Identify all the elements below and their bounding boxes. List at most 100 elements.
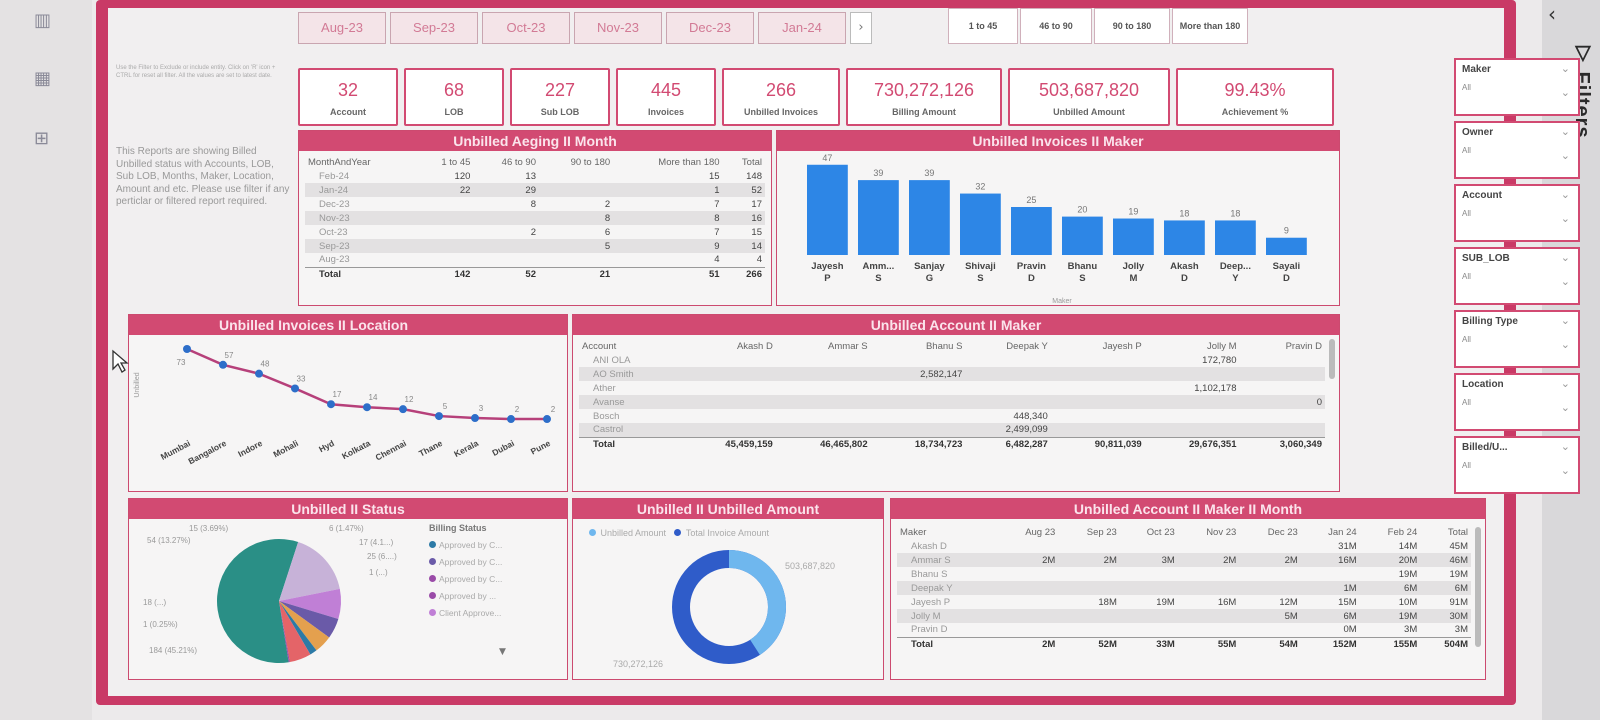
column-header[interactable]: Jan 24 — [1301, 525, 1360, 539]
slicer-value[interactable]: All — [1456, 394, 1578, 411]
table-row[interactable]: AO Smith 2,582,147 — [579, 367, 1325, 381]
chevron-down-icon[interactable]: ⌄ — [1561, 62, 1570, 75]
chevron-down-icon[interactable]: ⌄ — [1561, 125, 1570, 138]
bar-8[interactable] — [1215, 220, 1256, 255]
chevron-down-icon[interactable]: ⌄ — [1561, 401, 1570, 414]
column-header[interactable]: Akash D — [681, 339, 776, 353]
column-header[interactable]: Bhanu S — [871, 339, 966, 353]
column-header[interactable]: 46 to 90 — [473, 155, 539, 169]
status-legend-item[interactable]: Approved by ... — [429, 591, 565, 601]
column-header[interactable]: Pravin D — [1240, 339, 1326, 353]
slicer-location[interactable]: Location All ⌄ ⌄ — [1454, 373, 1580, 431]
aging-filter-button[interactable]: 46 to 90 — [1020, 8, 1092, 44]
chevron-down-icon[interactable]: ⌄ — [1561, 338, 1570, 351]
column-header[interactable]: Deepak Y — [965, 339, 1050, 353]
aging-filter-button[interactable]: 1 to 45 — [948, 8, 1018, 44]
column-header[interactable]: Ammar S — [776, 339, 871, 353]
table-row[interactable]: Sep-23 5 9 14 — [305, 239, 765, 253]
table-row[interactable]: Akash D 31M 14M 45M — [897, 539, 1471, 553]
slicer-value[interactable]: All — [1456, 331, 1578, 348]
column-header[interactable]: 1 to 45 — [416, 155, 473, 169]
table-row[interactable]: Dec-23 8 2 7 17 — [305, 197, 765, 211]
bar-6[interactable] — [1113, 218, 1154, 255]
line-point[interactable] — [363, 403, 371, 412]
slicer-value[interactable]: All — [1456, 268, 1578, 285]
chevron-down-icon[interactable]: ⌄ — [1561, 251, 1570, 264]
table-row[interactable]: Ather 1,102,178 — [579, 381, 1325, 395]
month-tab-nov-23[interactable]: Nov-23 — [574, 12, 662, 44]
table-row[interactable]: Pravin D 0M 3M 3M — [897, 623, 1471, 637]
chevron-down-icon[interactable]: ⌄ — [1561, 440, 1570, 453]
line-point[interactable] — [471, 414, 479, 423]
aging-filter-button[interactable]: More than 180 — [1172, 8, 1248, 44]
next-month-arrow-icon[interactable]: › — [850, 12, 872, 44]
table-row[interactable]: Jolly M 5M 6M 19M 30M — [897, 609, 1471, 623]
column-header[interactable]: Nov 23 — [1178, 525, 1240, 539]
bar-7[interactable] — [1164, 220, 1205, 255]
table-row[interactable]: Deepak Y 1M 6M 6M — [897, 581, 1471, 595]
collapse-chevron-icon[interactable]: ‹ — [1548, 2, 1556, 26]
column-header[interactable]: More than 180 — [613, 155, 722, 169]
bar-5[interactable] — [1062, 216, 1103, 255]
column-header[interactable]: Dec 23 — [1239, 525, 1301, 539]
bar-3[interactable] — [960, 193, 1001, 255]
chevron-down-icon[interactable]: ⌄ — [1561, 149, 1570, 162]
table-row[interactable]: Jayesh P 18M 19M 16M 12M 15M 10M 91M — [897, 595, 1471, 609]
line-point[interactable] — [327, 400, 335, 409]
table-row[interactable]: Feb-24 120 13 15 148 — [305, 169, 765, 183]
line-point[interactable] — [219, 360, 227, 369]
line-point[interactable] — [507, 415, 515, 424]
column-header[interactable]: Jolly M — [1145, 339, 1240, 353]
legend-scroll-down-icon[interactable]: ▼ — [499, 647, 506, 657]
table-row[interactable]: Ammar S 2M 2M 3M 2M 2M 16M 20M 46M — [897, 553, 1471, 567]
slicer-value[interactable]: All — [1456, 457, 1578, 474]
month-tab-oct-23[interactable]: Oct-23 — [482, 12, 570, 44]
table-row[interactable]: Bosch 448,340 — [579, 409, 1325, 423]
bar-0[interactable] — [807, 164, 848, 255]
column-header[interactable]: Sep 23 — [1058, 525, 1120, 539]
status-legend-item[interactable]: Approved by C... — [429, 557, 565, 567]
slicer-sub-lob[interactable]: SUB_LOB All ⌄ ⌄ — [1454, 247, 1580, 305]
chevron-down-icon[interactable]: ⌄ — [1561, 188, 1570, 201]
column-header[interactable]: 90 to 180 — [539, 155, 613, 169]
slicer-account[interactable]: Account All ⌄ ⌄ — [1454, 184, 1580, 242]
table-row[interactable]: Nov-23 8 8 16 — [305, 211, 765, 225]
line-point[interactable] — [435, 412, 443, 421]
slicer-maker[interactable]: Maker All ⌄ ⌄ — [1454, 58, 1580, 116]
chevron-down-icon[interactable]: ⌄ — [1561, 86, 1570, 99]
table-row[interactable]: Bhanu S 19M 19M — [897, 567, 1471, 581]
table-view-icon[interactable]: ▦ — [34, 68, 64, 90]
line-point[interactable] — [291, 384, 299, 393]
slicer-owner[interactable]: Owner All ⌄ ⌄ — [1454, 121, 1580, 179]
status-legend-item[interactable]: Approved by C... — [429, 540, 565, 550]
chevron-down-icon[interactable]: ⌄ — [1561, 464, 1570, 477]
bar-1[interactable] — [858, 180, 899, 255]
table-row[interactable]: Avanse 0 — [579, 395, 1325, 409]
table-row[interactable]: Aug-23 4 4 — [305, 253, 765, 267]
column-header[interactable]: Jayesh P — [1051, 339, 1145, 353]
column-header[interactable]: MonthAndYear — [305, 155, 416, 169]
report-view-icon[interactable]: ▥ — [34, 10, 64, 32]
slicer-value[interactable]: All — [1456, 79, 1578, 96]
status-legend-item[interactable]: Approved by C... — [429, 574, 565, 584]
bar-4[interactable] — [1011, 207, 1052, 255]
line-point[interactable] — [255, 369, 263, 378]
bar-9[interactable] — [1266, 237, 1307, 255]
aging-filter-button[interactable]: 90 to 180 — [1094, 8, 1170, 44]
chevron-down-icon[interactable]: ⌄ — [1561, 275, 1570, 288]
column-header[interactable]: Oct 23 — [1120, 525, 1178, 539]
slicer-value[interactable]: All — [1456, 205, 1578, 222]
column-header[interactable]: Aug 23 — [997, 525, 1059, 539]
table-row[interactable]: Jan-24 22 29 1 52 — [305, 183, 765, 197]
line-point[interactable] — [183, 345, 191, 353]
matrix-scrollbar[interactable] — [1329, 339, 1335, 379]
bar-2[interactable] — [909, 180, 950, 255]
column-header[interactable]: Total — [1420, 525, 1471, 539]
table-row[interactable]: Oct-23 2 6 7 15 — [305, 225, 765, 239]
month-tab-sep-23[interactable]: Sep-23 — [390, 12, 478, 44]
month-tab-jan-24[interactable]: Jan-24 — [758, 12, 846, 44]
column-header[interactable]: Account — [579, 339, 681, 353]
chevron-down-icon[interactable]: ⌄ — [1561, 377, 1570, 390]
column-header[interactable]: Feb 24 — [1360, 525, 1421, 539]
chevron-down-icon[interactable]: ⌄ — [1561, 314, 1570, 327]
